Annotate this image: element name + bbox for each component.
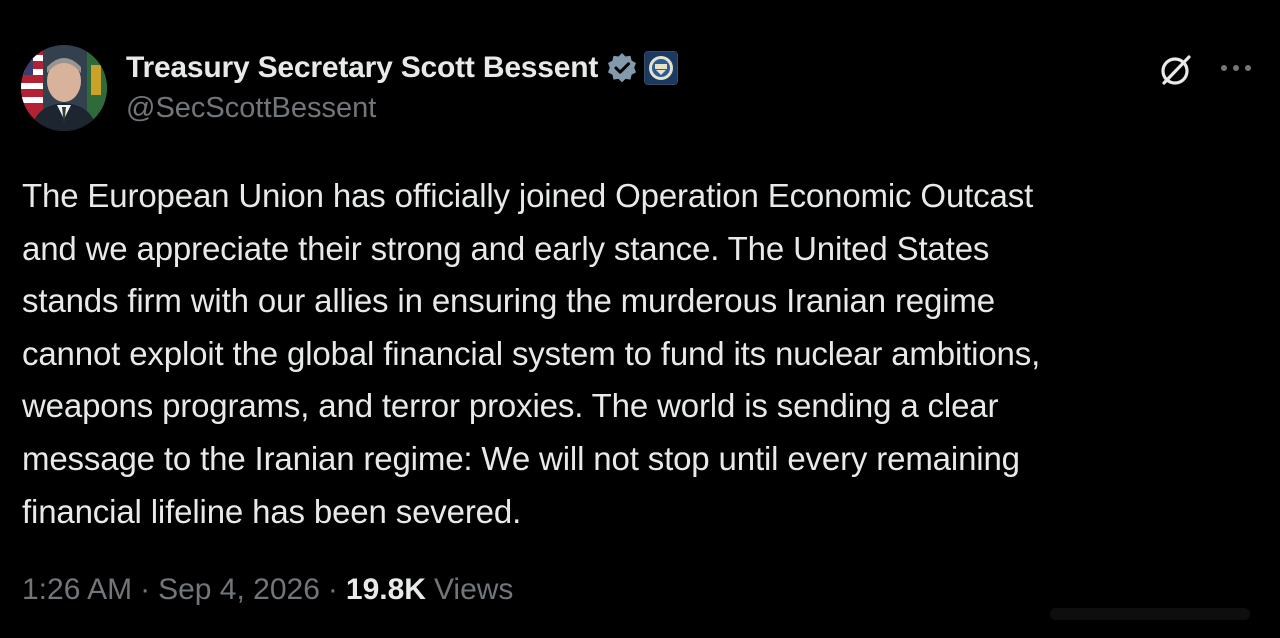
tweet-text-line: The European Union has officially joined… <box>22 177 1034 214</box>
more-options-icon[interactable] <box>1218 54 1254 82</box>
tweet-text-line: stands firm with our allies in ensuring … <box>22 282 995 320</box>
tweet-text-line: weapons programs, and terror proxies. Th… <box>22 387 999 425</box>
tweet-meta: 1:26 AM · Sep 4, 2026 · 19.8K Views <box>22 568 513 612</box>
tweet-text: The European Union has officially joined… <box>22 170 1258 538</box>
tweet-text-line: cannot exploit the global financial syst… <box>22 334 1041 372</box>
grok-icon[interactable] <box>1156 50 1196 90</box>
avatar[interactable] <box>21 45 107 131</box>
meta-separator: · <box>140 573 151 606</box>
tweet-text-line: financial lifeline has been severed. <box>22 492 522 530</box>
views-count[interactable]: 19.8K <box>346 573 426 607</box>
treasury-seal-icon[interactable] <box>644 51 679 85</box>
tweet-date[interactable]: Sep 4, 2026 <box>158 573 320 607</box>
tweet-time[interactable]: 1:26 AM <box>22 573 132 607</box>
author-handle[interactable]: @SecScottBessent <box>126 92 376 125</box>
author-name-row: Treasury Secretary Scott Bessent <box>126 48 679 88</box>
portrait-avatar <box>21 45 107 131</box>
tweet-card: Treasury Secretary Scott Bessent @SecSco… <box>0 0 1280 638</box>
views-label: Views <box>433 573 514 606</box>
verified-badge-icon[interactable] <box>606 52 638 84</box>
author-display-name[interactable]: Treasury Secretary Scott Bessent <box>126 51 598 85</box>
tweet-text-line: message to the Iranian regime: We will n… <box>22 439 1020 477</box>
meta-separator: · <box>327 573 338 606</box>
watermark <box>1040 592 1270 632</box>
tweet-text-line: and we appreciate their strong and early… <box>22 229 990 267</box>
